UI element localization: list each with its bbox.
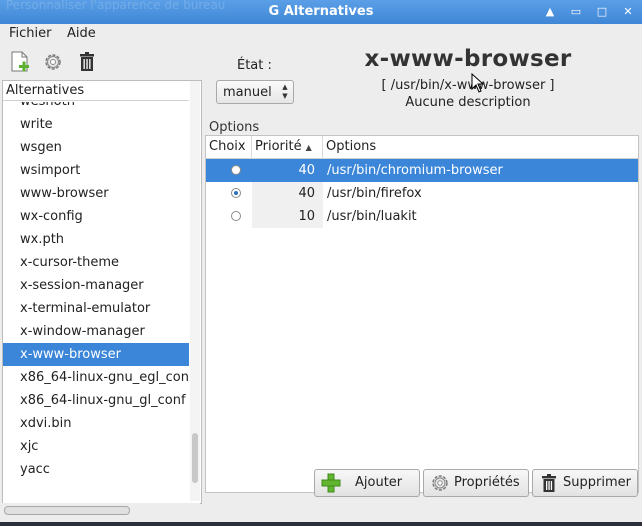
list-item[interactable]: www-browser [3,182,189,205]
alternatives-list: wesnoth write wsgen wsimport www-browser… [3,102,189,502]
option-path-cell: /usr/bin/chromium-browser [327,163,503,178]
table-row[interactable]: 40 /usr/bin/firefox [206,182,638,205]
list-item[interactable]: x-cursor-theme [3,251,189,274]
alternative-path: [ /usr/bin/x-www-browser ] [381,78,555,93]
list-item[interactable]: xjc [3,435,189,458]
list-item[interactable]: wx-config [3,205,189,228]
priority-cell: 40 [252,182,323,205]
list-horizontal-scroll-thumb[interactable] [4,506,130,515]
list-item[interactable]: xdvi.bin [3,412,189,435]
state-label: État : [237,58,272,73]
list-vertical-scrollbar[interactable] [190,81,200,501]
maximize-window-icon[interactable]: □ [594,4,610,20]
priority-cell: 40 [252,159,323,182]
menu-bar: Fichier Aide [0,24,642,44]
properties-button[interactable]: Propriétés [423,469,529,497]
list-item[interactable]: x86_64-linux-gnu_gl_conf [3,389,189,412]
column-header-choice[interactable]: Choix [206,136,252,158]
list-item[interactable]: x86_64-linux-gnu_egl_conf [3,366,189,389]
list-item[interactable]: write [3,113,189,136]
close-window-icon[interactable]: ✕ [620,4,636,20]
mouse-pointer-icon [471,72,485,93]
alternative-description: Aucune description [405,95,531,110]
choice-radio[interactable] [231,211,241,221]
column-header-options[interactable]: Options [323,136,638,158]
gear-icon [430,473,450,493]
alternative-name: x-www-browser [364,46,572,72]
choice-radio-checked[interactable] [231,188,241,198]
list-item[interactable]: wsimport [3,159,189,182]
list-item[interactable]: x-terminal-emulator [3,297,189,320]
alternatives-list-pane: Alternatives wesnoth write wsgen wsimpor… [2,80,202,504]
gear-icon[interactable] [41,50,65,74]
list-horizontal-scrollbar[interactable] [2,503,200,515]
list-item[interactable]: wx.pth [3,228,189,251]
sort-ascending-icon: ▲ [305,143,312,152]
add-button-label: Ajouter [355,475,403,490]
list-item[interactable]: x-session-manager [3,274,189,297]
priority-cell: 10 [252,205,323,228]
plus-icon [321,473,341,493]
menu-fichier[interactable]: Fichier [9,26,52,41]
desktop-background-strip [0,522,642,526]
list-item[interactable]: yacc [3,458,189,481]
properties-button-label: Propriétés [454,475,520,490]
trash-icon [539,473,559,493]
list-item[interactable]: x-window-manager [3,320,189,343]
state-select[interactable]: manuel ▲ ▼ [216,80,294,104]
list-item[interactable]: wsgen [3,136,189,159]
option-path-cell: /usr/bin/luakit [327,209,417,224]
list-vertical-scroll-thumb[interactable] [192,433,198,483]
main-window: Fichier Aide Alternatives write wsgen ws… [0,24,642,522]
add-file-icon[interactable] [8,50,32,74]
options-section-label: Options [209,120,260,135]
choice-radio[interactable] [231,165,241,175]
table-row[interactable]: 40 /usr/bin/chromium-browser [206,159,638,182]
list-item[interactable]: wesnoth [3,102,189,113]
add-button[interactable]: Ajouter [314,469,420,497]
options-table-header: Choix Priorité ▲ Options [206,136,638,159]
state-select-value: manuel [223,85,272,100]
delete-button-label: Supprimer [563,475,631,490]
column-header-priority[interactable]: Priorité ▲ [252,136,323,158]
trash-icon[interactable] [75,50,99,74]
options-table: Choix Priorité ▲ Options 40 /usr/bin/chro… [205,135,639,493]
toolbar [0,48,200,78]
list-item-selected[interactable]: x-www-browser [3,343,189,366]
option-path-cell: /usr/bin/firefox [327,186,422,201]
minimize-window-icon[interactable]: ▭ [568,4,584,20]
delete-button[interactable]: Supprimer [532,469,638,497]
alternatives-list-header[interactable]: Alternatives [3,81,189,101]
title-bar[interactable]: Personnaliser l'apparence de bureau G Al… [0,0,642,24]
table-row[interactable]: 10 /usr/bin/luakit [206,205,638,228]
shade-window-icon[interactable]: ▲ [542,4,558,20]
menu-aide[interactable]: Aide [67,26,96,41]
spin-arrows-icon: ▲ ▼ [282,83,288,100]
